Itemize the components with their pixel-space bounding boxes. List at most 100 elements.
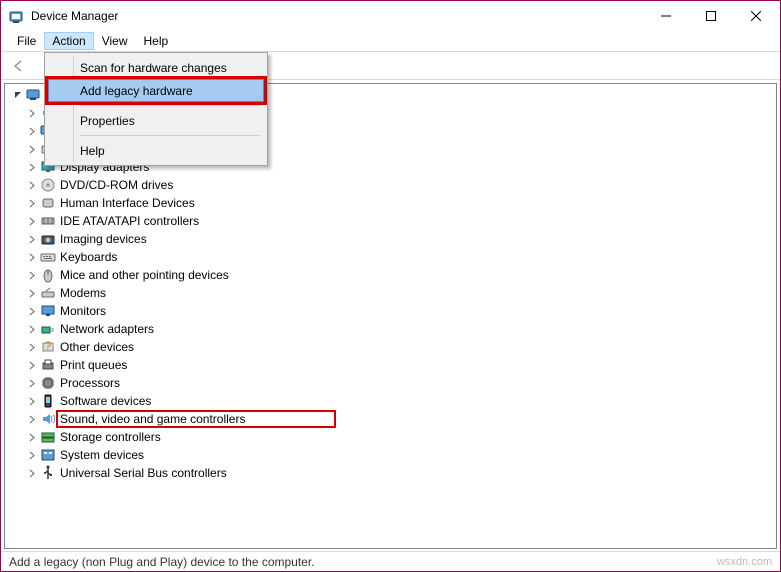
menu-item-label: Properties [80,114,135,128]
menu-separator [80,105,261,106]
expand-icon[interactable] [25,158,39,176]
device-category-icon [39,429,57,445]
device-category-icon [39,195,57,211]
tree-item-label: Mice and other pointing devices [57,268,232,282]
menu-item-label: Help [80,144,105,158]
tree-item[interactable]: Monitors [23,302,776,320]
device-category-icon [39,465,57,481]
tree-item[interactable]: System devices [23,446,776,464]
menu-file[interactable]: File [9,32,44,50]
device-category-icon [39,267,57,283]
tree-item-label: IDE ATA/ATAPI controllers [57,214,202,228]
tree-item[interactable]: Universal Serial Bus controllers [23,464,776,482]
status-text: Add a legacy (non Plug and Play) device … [9,555,315,569]
expand-icon[interactable] [25,266,39,284]
device-category-icon [39,285,57,301]
maximize-button[interactable] [688,2,733,31]
svg-text:?: ? [45,339,52,353]
expand-icon[interactable] [25,302,39,320]
window-title: Device Manager [31,9,643,23]
expand-icon[interactable] [25,122,39,140]
menu-item-label: Scan for hardware changes [80,61,227,75]
menu-action[interactable]: Action [44,32,93,50]
menu-add-legacy-hardware[interactable]: Add legacy hardware [48,79,264,102]
titlebar: Device Manager [1,1,780,31]
expand-icon[interactable] [25,140,39,158]
device-category-icon [39,375,57,391]
tree-item[interactable]: Mice and other pointing devices [23,266,776,284]
device-category-icon [39,447,57,463]
device-category-icon: ? [39,339,57,355]
tree-item-label: Print queues [57,358,130,372]
tree-item[interactable]: ? Other devices [23,338,776,356]
expand-icon[interactable] [25,230,39,248]
menu-separator [80,135,261,136]
action-dropdown: Scan for hardware changes Add legacy har… [44,52,268,166]
tree-item-label: Other devices [57,340,137,354]
tree-item-label: Human Interface Devices [57,196,198,210]
tree-item[interactable]: Network adapters [23,320,776,338]
menu-properties[interactable]: Properties [48,109,264,132]
device-category-icon [39,231,57,247]
menu-view[interactable]: View [94,32,136,50]
expand-icon[interactable] [25,356,39,374]
device-category-icon [39,411,57,427]
tree-item[interactable]: Human Interface Devices [23,194,776,212]
expand-icon[interactable] [25,320,39,338]
computer-icon [25,87,43,103]
menu-scan-hardware[interactable]: Scan for hardware changes [48,56,264,79]
expand-icon[interactable] [25,248,39,266]
watermark: wsxdn.com [717,556,772,568]
tree-item[interactable]: IDE ATA/ATAPI controllers [23,212,776,230]
tree-item-label: Sound, video and game controllers [57,411,335,427]
device-category-icon [39,213,57,229]
status-bar: Add a legacy (non Plug and Play) device … [1,551,780,571]
tree-item-label: Network adapters [57,322,157,336]
tree-item-label: Imaging devices [57,232,150,246]
minimize-button[interactable] [643,2,688,31]
tree-item-label: Software devices [57,394,154,408]
tree-item[interactable]: Storage controllers [23,428,776,446]
expand-icon[interactable] [25,176,39,194]
tree-item[interactable]: Processors [23,374,776,392]
app-icon [9,8,25,24]
expand-icon[interactable] [25,338,39,356]
tree-item[interactable]: DVD/CD-ROM drives [23,176,776,194]
collapse-icon[interactable] [11,86,25,104]
expand-icon[interactable] [25,104,39,122]
tree-item[interactable]: Modems [23,284,776,302]
expand-icon[interactable] [25,212,39,230]
device-category-icon [39,303,57,319]
tree-item-label: Storage controllers [57,430,164,444]
device-category-icon [39,357,57,373]
tree-item-label: Universal Serial Bus controllers [57,466,230,480]
menu-help[interactable]: Help [136,32,177,50]
tree-item-label: Modems [57,286,109,300]
tree-item-label: System devices [57,448,147,462]
expand-icon[interactable] [25,194,39,212]
expand-icon[interactable] [25,410,39,428]
device-category-icon [39,249,57,265]
menu-help-item[interactable]: Help [48,139,264,162]
tree-item[interactable]: Software devices [23,392,776,410]
tree-item-label: Keyboards [57,250,120,264]
tree-item-label: Processors [57,376,123,390]
expand-icon[interactable] [25,446,39,464]
tree-item-label: DVD/CD-ROM drives [57,178,176,192]
device-category-icon [39,177,57,193]
expand-icon[interactable] [25,464,39,482]
expand-icon[interactable] [25,428,39,446]
device-category-icon [39,393,57,409]
tree-item[interactable]: Sound, video and game controllers [23,410,776,428]
expand-icon[interactable] [25,284,39,302]
device-category-icon [39,321,57,337]
expand-icon[interactable] [25,374,39,392]
close-button[interactable] [733,2,778,31]
expand-icon[interactable] [25,392,39,410]
back-button[interactable] [7,54,31,78]
tree-item[interactable]: Imaging devices [23,230,776,248]
tree-item-label: Monitors [57,304,109,318]
tree-item[interactable]: Print queues [23,356,776,374]
menu-item-label: Add legacy hardware [80,84,193,98]
tree-item[interactable]: Keyboards [23,248,776,266]
